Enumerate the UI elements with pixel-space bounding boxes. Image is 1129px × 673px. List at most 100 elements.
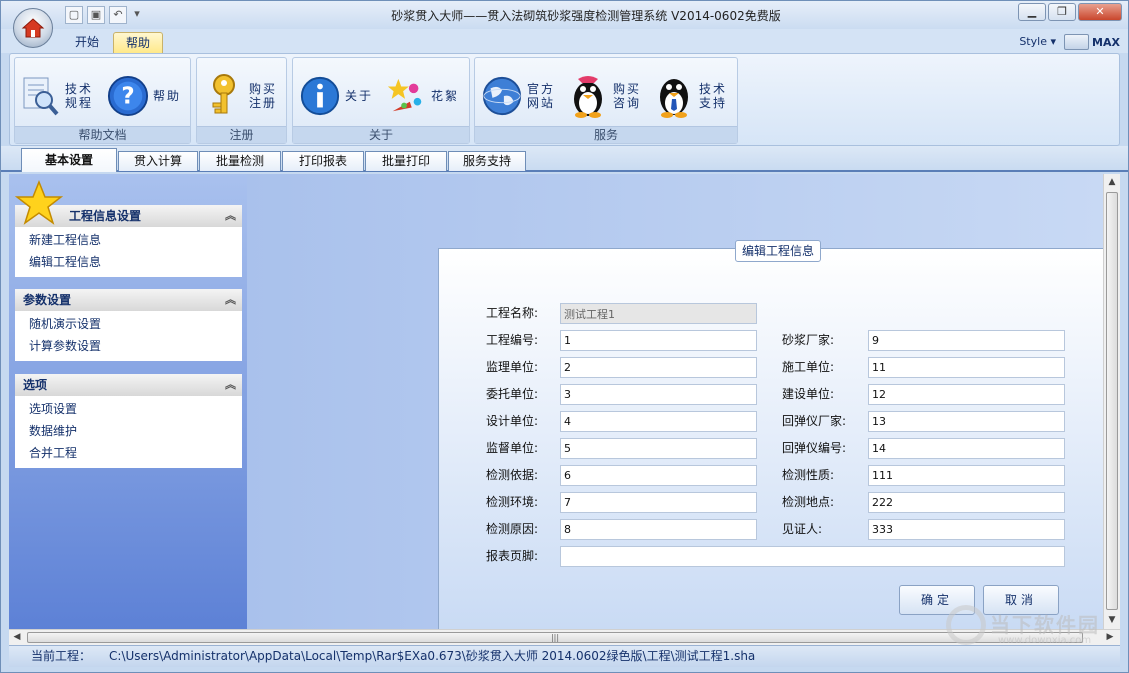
watermark-text: 当下软件园 [990,613,1100,637]
ribbon-tab-bar: 开始 帮助 Style ▾ MAX [1,29,1128,53]
vertical-scrollbar[interactable]: ▲ ▼ [1103,174,1120,629]
tech-support-label: 技术 支持 [699,82,728,110]
sidebar-item-random-demo[interactable]: 随机演示设置 [15,313,242,335]
fireworks-icon [385,73,427,119]
sidebar-section-header[interactable]: 选项 ︽ [15,374,242,396]
key-icon [203,73,245,119]
sidebar-item-calc-params[interactable]: 计算参数设置 [15,335,242,357]
app-menu-button[interactable] [13,8,53,48]
scroll-left-icon[interactable]: ◀ [9,630,25,646]
max-toggle[interactable]: MAX [1064,33,1120,51]
section-title: 参数设置 [23,293,72,307]
sidebar-item-merge-project[interactable]: 合并工程 [15,442,242,464]
ribbon-group-register: 购买 注册 注册 [196,57,287,144]
sidebar-item-data-maintenance[interactable]: 数据维护 [15,420,242,442]
field-label: 回弹仪编号: [782,441,847,455]
field-input[interactable] [868,492,1065,513]
field-input[interactable] [868,411,1065,432]
tab-penetration-calc[interactable]: 贯入计算 [118,151,198,171]
max-label: MAX [1092,35,1120,49]
report-footer-label: 报表页脚: [486,549,539,563]
style-label: Style [1019,35,1047,48]
restore-icon[interactable]: ❐ [1048,3,1076,21]
field-input[interactable] [560,465,757,486]
tab-batch-print[interactable]: 批量打印 [365,151,447,171]
ribbon-group-about: 关于 花絮 关于 [292,57,470,144]
collapse-icon[interactable]: ︽ [225,289,236,311]
field-label: 施工单位: [782,360,835,374]
help-button[interactable]: ? 帮助 [107,66,181,126]
tech-spec-button[interactable]: 技术 规程 [19,66,93,126]
close-icon[interactable]: ✕ [1078,3,1122,21]
collapse-icon[interactable]: ︽ [225,205,236,227]
edit-project-form: 编辑工程信息 工程名称: 工程编号: 监理单位: 委托单位: 设计单位: 监督单位: 检测… [438,240,1103,629]
official-site-label: 官方 网站 [527,82,556,110]
field-input[interactable] [560,357,757,378]
field-input[interactable] [560,411,757,432]
official-site-button[interactable]: 官方 网站 [481,66,555,126]
buy-register-button[interactable]: 购买 注册 [203,66,277,126]
tab-service-support[interactable]: 服务支持 [448,151,526,171]
field-input[interactable] [560,330,757,351]
tab-batch-test[interactable]: 批量检测 [199,151,281,171]
globe-icon [481,73,523,119]
field-label: 委托单位: [486,387,539,401]
field-input[interactable] [560,438,757,459]
project-name-input[interactable] [560,303,757,324]
watermark-url: www.downxia.com [998,635,1092,646]
purchase-consult-label: 购买 咨询 [613,82,642,110]
sidebar-section-body: 新建工程信息 编辑工程信息 [15,227,242,277]
ribbon-group-service: 官方 网站 购买 咨询 技术 支持 服务 [474,57,738,144]
tab-start[interactable]: 开始 [63,32,111,53]
module-tab-bar: 基本设置 贯入计算 批量检测 打印报表 批量打印 服务支持 [1,146,1128,172]
home-icon [21,18,45,38]
watermark: 当下软件园 www.downxia.com [946,605,1116,651]
star-icon [14,179,64,226]
purchase-consult-button[interactable]: 购买 咨询 [567,66,641,126]
field-input[interactable] [868,384,1065,405]
main-content: 编辑工程信息 工程名称: 工程编号: 监理单位: 委托单位: 设计单位: 监督单位: 检测… [247,174,1103,629]
field-input[interactable] [868,519,1065,540]
highlights-button[interactable]: 花絮 [385,66,459,126]
about-button[interactable]: 关于 [299,66,373,126]
field-input[interactable] [560,384,757,405]
sidebar-section-header[interactable]: 参数设置 ︽ [15,289,242,311]
field-input[interactable] [868,465,1065,486]
penguin-tie-icon [653,73,695,119]
scroll-up-icon[interactable]: ▲ [1104,174,1120,190]
chevron-down-icon: ▾ [1050,35,1056,48]
field-input[interactable] [560,492,757,513]
tech-support-button[interactable]: 技术 支持 [653,66,727,126]
tab-help[interactable]: 帮助 [113,32,164,53]
field-input[interactable] [868,357,1065,378]
field-label: 检测依据: [486,468,539,482]
field-input[interactable] [868,330,1065,351]
current-project-label: 当前工程： [31,649,92,663]
field-label: 设计单位: [486,414,539,428]
vertical-scroll-thumb[interactable] [1106,192,1118,610]
tab-basic-settings[interactable]: 基本设置 [21,148,117,172]
help-icon: ? [107,73,149,119]
tab-print-report[interactable]: 打印报表 [282,151,364,171]
svg-text:?: ? [121,84,134,110]
field-label: 见证人: [782,522,823,536]
field-label: 检测环境: [486,495,539,509]
group-caption-register: 注册 [197,126,286,143]
minimize-icon[interactable]: ▁ [1018,3,1046,21]
style-menu[interactable]: Style ▾ [1019,35,1056,48]
tech-spec-label: 技术 规程 [65,82,94,110]
collapse-icon[interactable]: ︽ [225,374,236,396]
help-label: 帮助 [153,89,182,103]
sidebar-item-new-project[interactable]: 新建工程信息 [15,229,242,251]
field-label: 回弹仪厂家: [782,414,847,428]
highlights-label: 花絮 [431,89,460,103]
window-controls: ▁ ❐ ✕ [1018,3,1122,21]
sidebar-item-option-settings[interactable]: 选项设置 [15,398,242,420]
report-footer-input[interactable] [560,546,1065,567]
penguin-icon [567,73,609,119]
field-input[interactable] [560,519,757,540]
horizontal-scroll-thumb[interactable]: ||| [27,632,1083,643]
field-input[interactable] [868,438,1065,459]
sidebar-section-body: 随机演示设置 计算参数设置 [15,311,242,361]
sidebar-item-edit-project[interactable]: 编辑工程信息 [15,251,242,273]
